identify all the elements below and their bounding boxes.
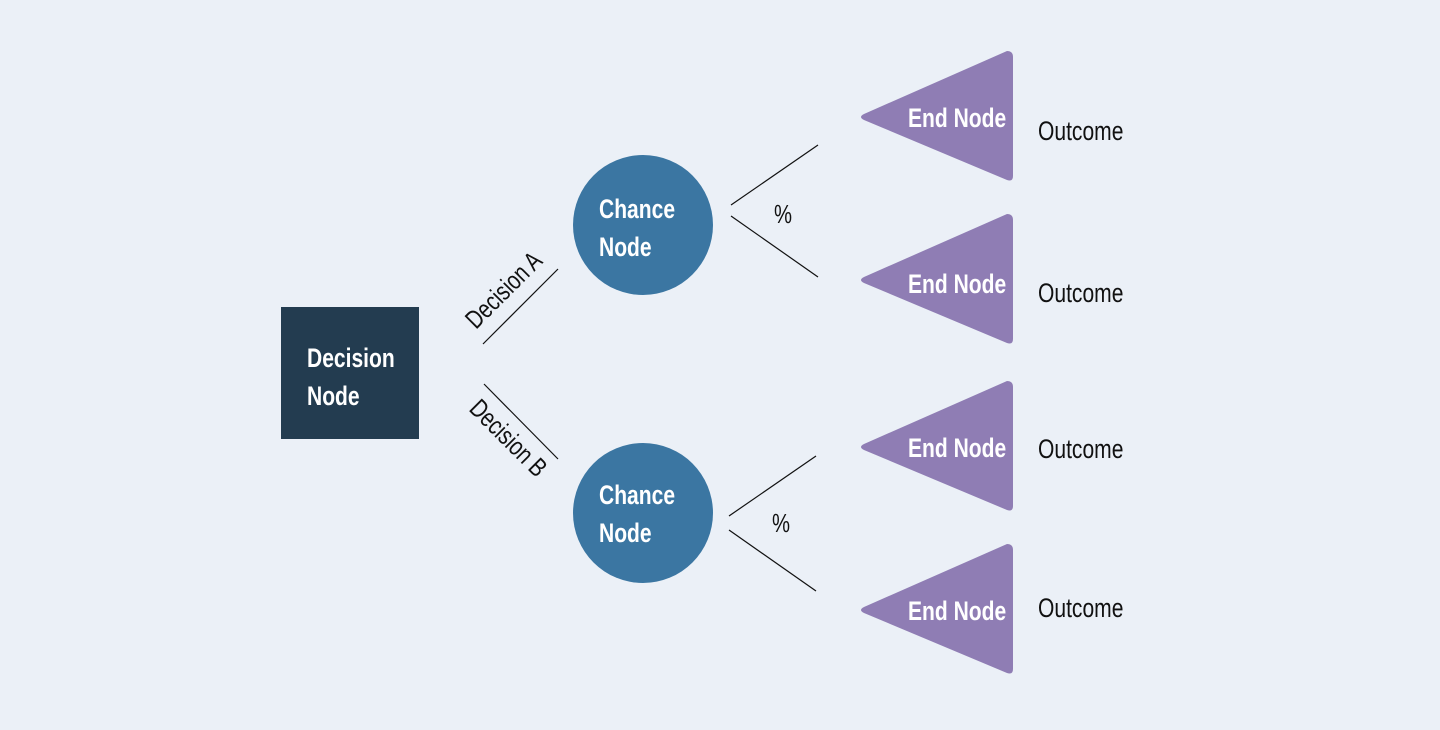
end-node-a1[interactable]: End Node <box>861 51 1013 181</box>
chance-node-a-circle <box>573 155 713 295</box>
chance-node-a[interactable]: Chance Node <box>573 155 713 295</box>
end-node-a2[interactable]: End Node <box>861 214 1013 344</box>
chance-node-a-label-line1: Chance <box>599 195 675 225</box>
end-node-a1-label: End Node <box>908 104 1006 134</box>
decision-b-edge: Decision B <box>464 383 559 482</box>
chance-a-branch-upper <box>730 144 819 206</box>
end-node-b2-label: End Node <box>908 597 1006 627</box>
end-node-b1[interactable]: End Node <box>861 381 1013 511</box>
decision-node-label-line2: Node <box>307 382 360 412</box>
chance-node-a-label-line2: Node <box>599 233 652 263</box>
end-node-b1-label: End Node <box>908 434 1006 464</box>
chance-a-probability-label: % <box>774 200 792 229</box>
chance-a-branches: % <box>730 144 819 278</box>
chance-node-b-label-line2: Node <box>599 519 652 549</box>
outcome-b1: Outcome <box>1038 435 1123 465</box>
decision-a-edge: Decision A <box>459 245 559 345</box>
outcome-a2: Outcome <box>1038 279 1123 309</box>
end-node-b2[interactable]: End Node <box>861 544 1013 674</box>
chance-b-branch-upper <box>728 455 817 517</box>
outcome-a1: Outcome <box>1038 117 1123 147</box>
chance-node-b-label-line1: Chance <box>599 481 675 511</box>
outcome-b2: Outcome <box>1038 594 1123 624</box>
chance-b-branch-lower <box>728 529 817 592</box>
chance-node-b-circle <box>573 443 713 583</box>
decision-node[interactable]: Decision Node <box>281 307 419 439</box>
chance-b-probability-label: % <box>772 509 790 538</box>
decision-b-label: Decision B <box>464 393 553 482</box>
chance-node-b[interactable]: Chance Node <box>573 443 713 583</box>
end-node-a2-label: End Node <box>908 270 1006 300</box>
decision-node-label-line1: Decision <box>307 344 395 374</box>
decision-a-label: Decision A <box>459 245 547 333</box>
chance-b-branches: % <box>728 455 817 592</box>
decision-tree-diagram: Decision Node Decision A Decision B Chan… <box>281 51 1123 674</box>
